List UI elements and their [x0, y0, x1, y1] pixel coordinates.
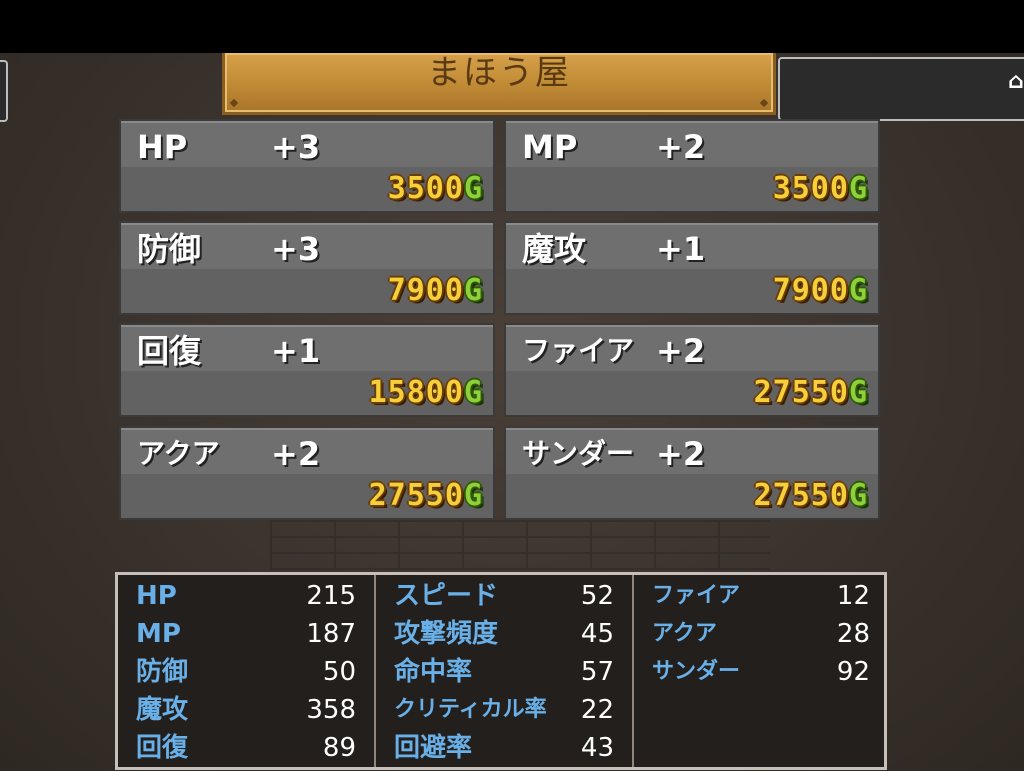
stat-row: スピード 52 [394, 577, 614, 615]
stat-label: 回復 [136, 733, 189, 763]
stat-label: アクア [652, 621, 717, 646]
stat-label: 命中率 [394, 657, 473, 687]
shop-item-thunder[interactable]: サンダー +2 27550G [504, 426, 880, 520]
item-price: 7900G [772, 273, 868, 308]
item-bonus: +2 [656, 332, 706, 370]
stat-row: HP 215 [136, 577, 356, 615]
stat-row: 魔攻 358 [136, 691, 356, 729]
stat-value: 45 [580, 619, 614, 649]
column-divider [632, 575, 634, 767]
stat-label: 回避率 [394, 733, 473, 763]
item-price: 7900G [387, 273, 483, 308]
stat-value: 92 [836, 657, 870, 687]
stat-value: 50 [322, 657, 356, 687]
item-price: 3500G [772, 171, 868, 206]
stat-row: サンダー 92 [652, 653, 870, 691]
item-bonus: +2 [271, 435, 321, 473]
stat-value: 22 [580, 695, 614, 725]
stat-label: 攻撃頻度 [394, 619, 499, 649]
left-side-panel[interactable] [0, 60, 8, 122]
item-bonus: +2 [656, 435, 706, 473]
shop-item-fire[interactable]: ファイア +2 27550G [504, 323, 880, 417]
stat-value: 28 [836, 619, 870, 649]
item-name: サンダー [522, 437, 635, 470]
stat-label: 防御 [136, 657, 189, 687]
column-divider [374, 575, 376, 767]
right-side-panel[interactable] [778, 57, 1024, 121]
item-bonus: +3 [271, 230, 321, 268]
stat-row: 回避率 43 [394, 729, 614, 767]
stat-row: ファイア 12 [652, 577, 870, 615]
stat-label: HP [136, 581, 177, 611]
shop-item-mp[interactable]: MP +2 3500G [504, 119, 880, 213]
item-name: 防御 [137, 230, 202, 268]
item-price: 3500G [387, 171, 483, 206]
stat-value: 215 [306, 581, 356, 611]
stat-value: 358 [306, 695, 356, 725]
stat-row: クリティカル率 22 [394, 691, 614, 729]
status-panel: HP 215 MP 187 防御 50 魔攻 358 回復 89 スピード 52… [115, 572, 887, 770]
item-price: 27550G [753, 478, 868, 513]
item-name: MP [522, 128, 578, 166]
stat-value: 57 [580, 657, 614, 687]
shop-item-recovery[interactable]: 回復 +1 15800G [119, 323, 495, 417]
house-icon[interactable]: ⌂ [1008, 68, 1024, 96]
item-price: 15800G [368, 375, 483, 410]
stat-row: 回復 89 [136, 729, 356, 767]
stat-row: 防御 50 [136, 653, 356, 691]
stat-value: 12 [836, 581, 870, 611]
item-name: アクア [137, 437, 220, 470]
item-price: 27550G [753, 375, 868, 410]
shop-item-hp[interactable]: HP +3 3500G [119, 119, 495, 213]
shop-item-defense[interactable]: 防御 +3 7900G [119, 221, 495, 315]
stat-row: 攻撃頻度 45 [394, 615, 614, 653]
stat-row: MP 187 [136, 615, 356, 653]
stat-label: 魔攻 [136, 695, 189, 725]
stat-value: 187 [306, 619, 356, 649]
background-bricks [270, 520, 770, 570]
item-bonus: +2 [656, 128, 706, 166]
stat-label: MP [136, 619, 181, 649]
item-bonus: +1 [271, 332, 321, 370]
shop-item-aqua[interactable]: アクア +2 27550G [119, 426, 495, 520]
shop-item-magic-attack[interactable]: 魔攻 +1 7900G [504, 221, 880, 315]
item-name: 魔攻 [522, 230, 587, 268]
item-bonus: +3 [271, 128, 321, 166]
rivet-icon [759, 98, 769, 108]
item-name: HP [137, 128, 188, 166]
item-name: 回復 [137, 332, 202, 370]
stat-value: 52 [580, 581, 614, 611]
stat-value: 43 [580, 733, 614, 763]
item-name: ファイア [522, 334, 635, 367]
item-price: 27550G [368, 478, 483, 513]
stat-row: アクア 28 [652, 615, 870, 653]
stat-label: ファイア [652, 583, 741, 608]
rivet-icon [229, 98, 239, 108]
stat-row: 命中率 57 [394, 653, 614, 691]
stat-value: 89 [322, 733, 356, 763]
shop-title: まほう屋 [427, 53, 571, 93]
top-black-bar [0, 0, 1024, 53]
stat-label: クリティカル率 [394, 697, 547, 722]
shop-title-plate: まほう屋 [222, 53, 776, 115]
item-bonus: +1 [656, 230, 706, 268]
stat-label: スピード [394, 581, 499, 611]
stat-label: サンダー [652, 659, 741, 684]
